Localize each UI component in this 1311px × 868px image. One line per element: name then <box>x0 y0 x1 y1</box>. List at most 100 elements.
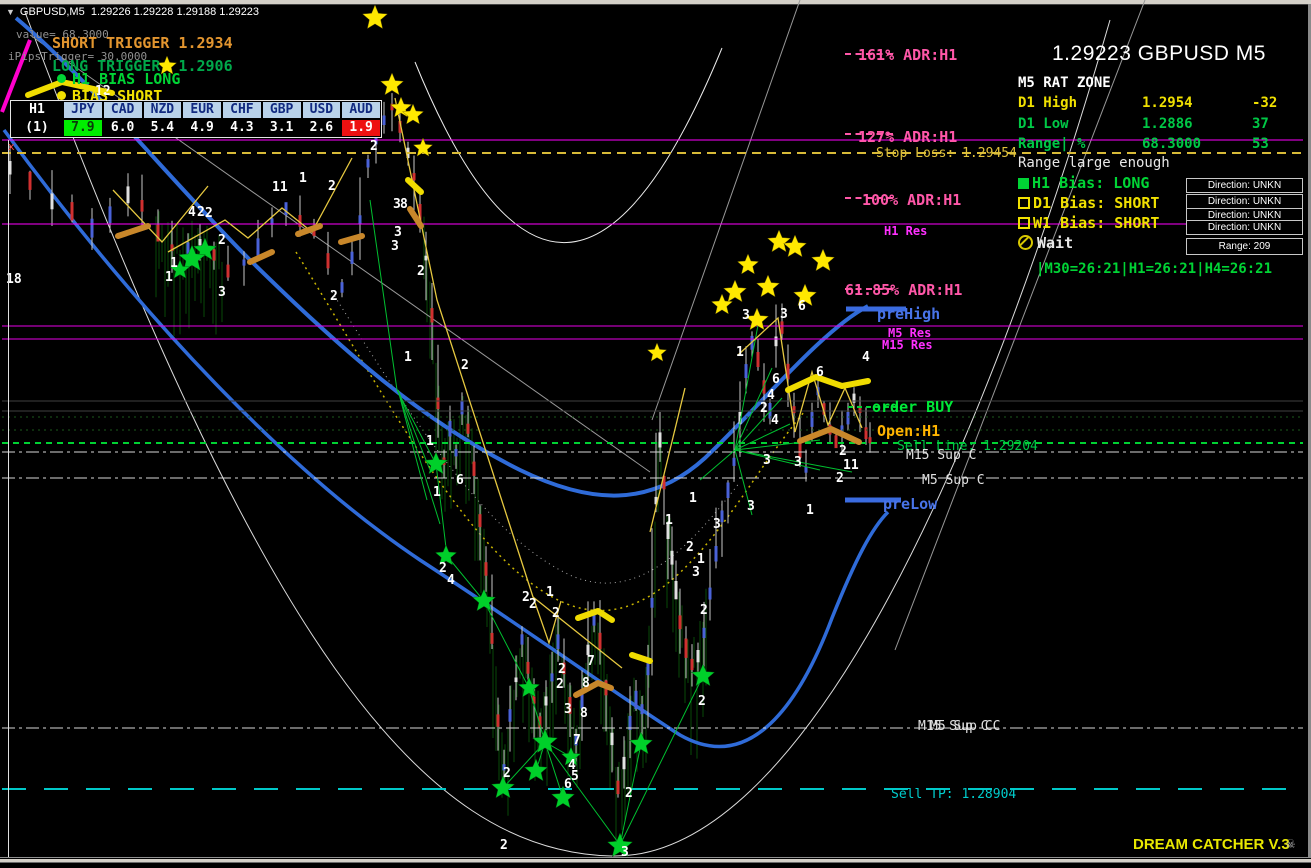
wave-number: 3 <box>794 455 802 470</box>
green-zigzag-line <box>397 389 428 501</box>
candle-body <box>650 597 654 608</box>
candle-body <box>424 255 428 261</box>
wave-number: 3 <box>218 285 226 300</box>
candle-body <box>622 756 626 770</box>
candle-body <box>70 202 74 221</box>
candle-body <box>108 206 112 223</box>
candle-body <box>834 435 838 449</box>
candle-body <box>846 412 850 425</box>
indicator-curve <box>2 128 890 749</box>
wave-number: 1 <box>433 485 441 500</box>
candle-body <box>126 186 130 204</box>
wave-number: 8 <box>580 706 588 721</box>
wave-number: 6 <box>772 372 780 387</box>
wave-number: 2 <box>205 206 213 221</box>
candle-body <box>326 253 330 269</box>
wave-number: 2 <box>686 540 694 555</box>
marker-line <box>0 39 32 113</box>
candle-body <box>708 587 712 600</box>
wave-number: 1 <box>665 513 673 528</box>
green-zigzag-line <box>734 449 821 471</box>
ma-segment <box>629 652 653 664</box>
wave-number: 3 <box>763 453 771 468</box>
chart-canvas[interactable]: 12184 2 231112112223 833212116242 21222783 87… <box>0 0 1311 868</box>
candle-body <box>702 627 706 638</box>
candle-body <box>448 420 452 437</box>
candle-body <box>678 615 682 630</box>
candle-body <box>28 171 32 190</box>
candle-body <box>514 677 518 683</box>
candle-body <box>460 401 464 415</box>
indicator-curve <box>894 0 1146 651</box>
wave-number: 2 <box>417 264 425 279</box>
wave-number: 2 <box>552 606 560 621</box>
wave-number: 3 <box>564 702 572 717</box>
candle-body <box>350 251 354 264</box>
wave-number: 3 <box>747 499 755 514</box>
wave-number: 2 <box>700 603 708 618</box>
candle-body <box>436 397 440 410</box>
candle-body <box>478 514 482 528</box>
wave-number: 2 <box>197 205 205 220</box>
candle-body <box>490 632 494 644</box>
wave-number: 3 <box>621 845 629 860</box>
candle-body <box>792 406 796 414</box>
candle-body <box>720 510 724 523</box>
wave-number: 2 <box>439 561 447 576</box>
wave-number: 2 <box>500 838 508 853</box>
candle-body <box>256 238 260 256</box>
yellow-star-icon <box>647 342 667 362</box>
green-star-icon <box>532 728 558 753</box>
candle-body <box>412 173 416 181</box>
wave-number: 4 <box>771 413 779 428</box>
candle-body <box>634 690 638 710</box>
green-zigzag-line <box>734 324 759 451</box>
wave-number: 12 <box>95 84 111 99</box>
candle-body <box>358 215 362 225</box>
wave-number: 2 <box>529 597 537 612</box>
wave-number: 11 <box>272 180 288 195</box>
yellow-zigzag-line <box>532 596 623 669</box>
yellow-zigzag-line <box>394 97 534 598</box>
wave-number: 2 <box>836 471 844 486</box>
yellow-star-icon <box>362 4 388 29</box>
candle-body <box>544 696 548 706</box>
wave-number: 2 <box>698 694 706 709</box>
candle-body <box>744 364 748 378</box>
candle-body <box>598 632 602 650</box>
candle-body <box>810 412 814 427</box>
candle-body <box>382 115 386 125</box>
candle-body <box>658 432 662 448</box>
candle-body <box>496 714 500 727</box>
yellow-star-icon <box>380 72 404 96</box>
candle-body <box>864 427 868 439</box>
wave-number: 2 <box>218 233 226 248</box>
candle-body <box>466 423 470 434</box>
candle-body <box>616 780 620 795</box>
green-zigzag-line <box>734 439 821 451</box>
yellow-star-icon <box>811 248 835 272</box>
wave-number: 4 <box>447 573 455 588</box>
candle-body <box>640 704 644 715</box>
wave-number: 3 <box>780 307 788 322</box>
candle-body <box>472 461 476 476</box>
candle-body <box>242 259 246 266</box>
wave-number: 3 <box>713 517 721 532</box>
wave-number: 1 <box>426 434 434 449</box>
wave-number: 5 <box>571 769 579 784</box>
candle-body <box>690 658 694 671</box>
wave-number: 6 <box>456 473 464 488</box>
candle-body <box>484 562 488 576</box>
wave-number: 3 <box>391 239 399 254</box>
indicator-curve <box>29 34 651 473</box>
yellow-star-icon <box>767 229 791 253</box>
wave-number: 2 <box>556 677 564 692</box>
candle-body <box>684 638 688 658</box>
ma-segment <box>785 374 871 393</box>
green-zigzag-line <box>619 675 704 846</box>
wave-number: 1 <box>806 503 814 518</box>
candle-body <box>284 202 288 216</box>
ma-segment <box>247 249 275 265</box>
wave-number: 6 <box>798 299 806 314</box>
candle-body <box>646 662 650 676</box>
